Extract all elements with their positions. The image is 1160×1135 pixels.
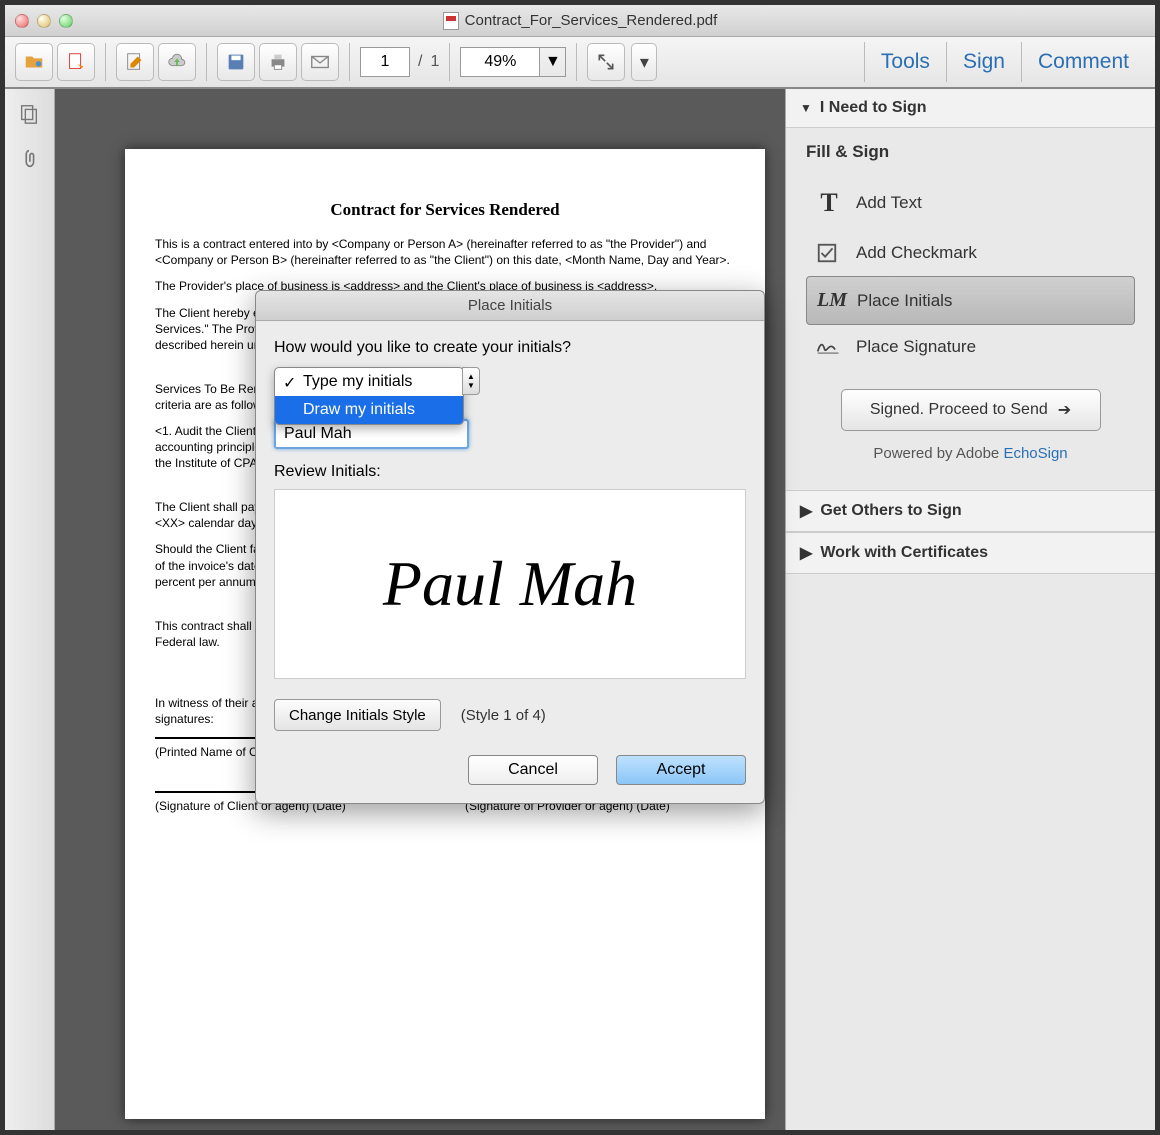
add-checkmark-item[interactable]: Add Checkmark (806, 230, 1135, 276)
toolbar-group-edit (116, 43, 196, 81)
item-label: Place Signature (856, 337, 976, 357)
cancel-button[interactable]: Cancel (468, 755, 598, 785)
item-label: Place Initials (857, 291, 952, 311)
dropdown-arrow-button[interactable]: ▲▼ (462, 367, 480, 395)
page-total-label: 1 (430, 53, 439, 71)
create-button[interactable] (57, 43, 95, 81)
dialog-question: How would you like to create your initia… (274, 339, 746, 357)
checkmark-icon (816, 242, 842, 264)
sign-link[interactable]: Sign (946, 42, 1021, 82)
left-sidebar (5, 89, 55, 1130)
button-label: Signed. Proceed to Send (870, 401, 1048, 419)
view-dropdown-button[interactable]: ▾ (631, 43, 657, 81)
section-title: I Need to Sign (820, 99, 927, 117)
dialog-body: How would you like to create your initia… (256, 321, 764, 803)
cloud-button[interactable] (158, 43, 196, 81)
fill-sign-section: Fill & Sign T Add Text Add Checkmark LM … (786, 128, 1155, 490)
proceed-to-send-button[interactable]: Signed. Proceed to Send ➔ (841, 389, 1101, 431)
document-title: Contract_For_Services_Rendered.pdf (5, 12, 1155, 30)
toolbar-separator (105, 43, 106, 81)
item-label: Add Text (856, 193, 922, 213)
signature-preview-text: Paul Mah (383, 547, 637, 621)
toolbar-separator (206, 43, 207, 81)
sign-side-panel: ▼ I Need to Sign Fill & Sign T Add Text … (785, 89, 1155, 1130)
place-initials-item[interactable]: LM Place Initials (806, 276, 1135, 325)
style-info-label: (Style 1 of 4) (461, 707, 546, 724)
main-toolbar: / 1 ▼ ▾ Tools Sign Comment (5, 37, 1155, 89)
dropdown-option-type[interactable]: Type my initials (275, 368, 463, 396)
panel-section-header[interactable]: ▼ I Need to Sign (786, 89, 1155, 128)
pages-panel-icon[interactable] (18, 103, 42, 127)
zoom-dropdown-button[interactable]: ▼ (540, 47, 566, 77)
add-text-item[interactable]: T Add Text (806, 176, 1135, 230)
echosign-link[interactable]: EchoSign (1003, 445, 1067, 462)
save-button[interactable] (217, 43, 255, 81)
email-button[interactable] (301, 43, 339, 81)
comment-link[interactable]: Comment (1021, 42, 1145, 82)
toolbar-separator (576, 43, 577, 81)
toolbar-right-links: Tools Sign Comment (864, 42, 1145, 82)
page-separator: / (418, 53, 422, 71)
accept-button[interactable]: Accept (616, 755, 746, 785)
print-button[interactable] (259, 43, 297, 81)
caret-down-icon: ▼ (800, 101, 812, 115)
tools-link[interactable]: Tools (864, 42, 946, 82)
toolbar-group-file (15, 43, 95, 81)
fit-screen-button[interactable] (587, 43, 625, 81)
initials-preview: Paul Mah (274, 489, 746, 679)
get-others-section[interactable]: ▶ Get Others to Sign (786, 490, 1155, 532)
style-row: Change Initials Style (Style 1 of 4) (274, 699, 746, 731)
caret-right-icon: ▶ (800, 543, 812, 563)
edit-button[interactable] (116, 43, 154, 81)
text-icon: T (816, 188, 842, 218)
dialog-actions: Cancel Accept (274, 755, 746, 785)
toolbar-group-output (217, 43, 339, 81)
fill-sign-title: Fill & Sign (806, 142, 1135, 162)
item-label: Add Checkmark (856, 243, 977, 263)
toolbar-separator (449, 43, 450, 81)
place-initials-dialog: Place Initials How would you like to cre… (255, 290, 765, 804)
toolbar-separator (349, 43, 350, 81)
filename-label: Contract_For_Services_Rendered.pdf (465, 12, 718, 29)
doc-paragraph: This is a contract entered into by <Comp… (155, 236, 735, 268)
dropdown-menu: Type my initials Draw my initials (274, 367, 464, 425)
open-button[interactable] (15, 43, 53, 81)
zoom-control: ▼ (460, 47, 566, 77)
caret-right-icon: ▶ (800, 501, 812, 521)
attachments-panel-icon[interactable] (18, 147, 42, 171)
section-title: Get Others to Sign (820, 502, 961, 520)
section-title: Work with Certificates (820, 544, 988, 562)
signature-icon (816, 338, 842, 356)
doc-heading: Contract for Services Rendered (155, 199, 735, 222)
review-label: Review Initials: (274, 463, 746, 481)
zoom-input[interactable] (460, 47, 540, 77)
pdf-file-icon (443, 12, 459, 30)
page-navigator: / 1 (360, 47, 439, 77)
titlebar: Contract_For_Services_Rendered.pdf (5, 5, 1155, 37)
change-style-button[interactable]: Change Initials Style (274, 699, 441, 731)
arrow-right-icon: ➔ (1058, 400, 1071, 420)
page-current-input[interactable] (360, 47, 410, 77)
initials-icon: LM (817, 289, 843, 312)
powered-by-label: Powered by Adobe EchoSign (806, 445, 1135, 462)
dialog-title: Place Initials (256, 291, 764, 321)
certificates-section[interactable]: ▶ Work with Certificates (786, 532, 1155, 574)
place-signature-item[interactable]: Place Signature (806, 325, 1135, 369)
dropdown-option-draw[interactable]: Draw my initials (275, 396, 463, 424)
